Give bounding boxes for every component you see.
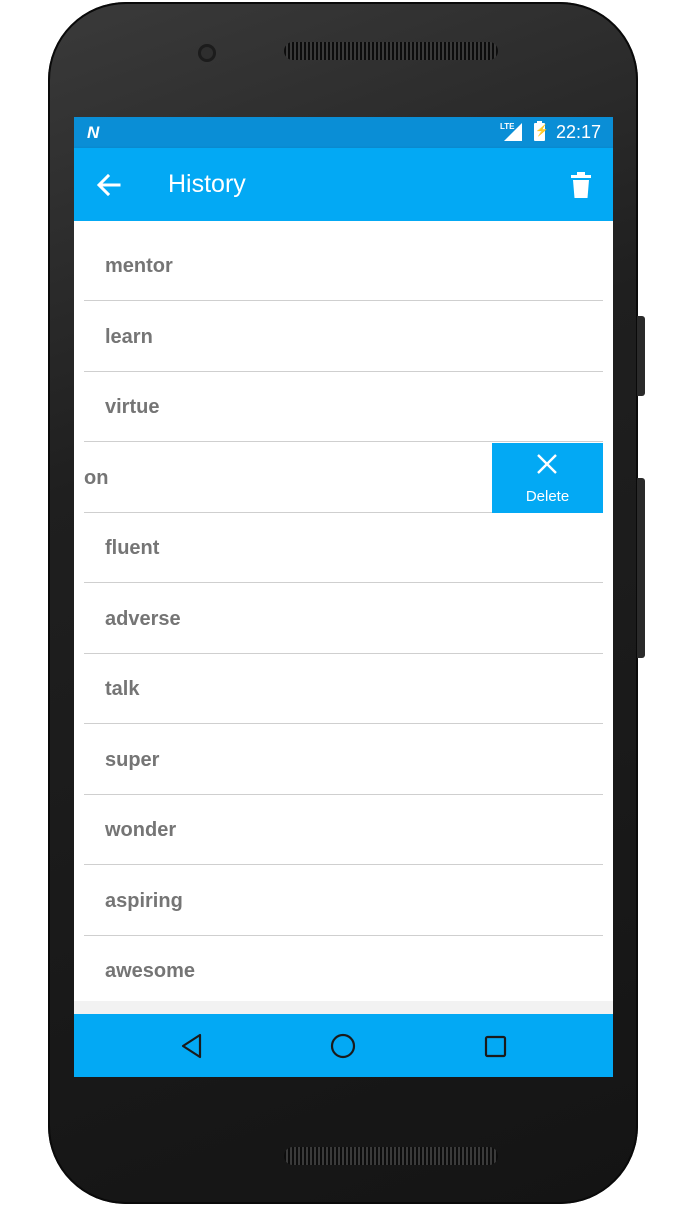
status-time: 22:17 bbox=[556, 122, 602, 142]
history-word: mentor bbox=[105, 255, 173, 277]
arrow-left-icon[interactable] bbox=[94, 170, 124, 200]
close-icon bbox=[537, 453, 557, 474]
history-word: wonder bbox=[105, 819, 177, 841]
history-row[interactable]: virtue bbox=[84, 372, 603, 442]
history-word: adverse bbox=[105, 607, 181, 630]
notification-n-icon: N bbox=[87, 123, 100, 142]
navigation-bar bbox=[74, 1014, 613, 1077]
page-title: History bbox=[168, 170, 246, 198]
history-row[interactable]: talk bbox=[84, 654, 603, 724]
history-list: mentor learn virtue on Delete fluent adverse ta… bbox=[74, 221, 613, 1001]
back-triangle-icon[interactable] bbox=[177, 1031, 207, 1061]
volume-button bbox=[637, 316, 645, 396]
history-row[interactable]: learn bbox=[84, 302, 603, 372]
status-bar: N LTE 22:17 bbox=[74, 117, 613, 148]
history-row[interactable]: awesome bbox=[84, 936, 603, 1006]
bottom-speaker bbox=[284, 1147, 498, 1165]
history-word: learn bbox=[105, 325, 153, 348]
history-row[interactable]: adverse bbox=[84, 584, 603, 654]
delete-button[interactable]: Delete bbox=[492, 442, 603, 513]
history-word: virtue bbox=[105, 396, 160, 418]
history-row[interactable]: wonder bbox=[84, 795, 603, 865]
home-circle-icon[interactable] bbox=[328, 1031, 358, 1061]
power-button bbox=[637, 478, 645, 658]
history-row[interactable]: fluent bbox=[84, 513, 603, 583]
history-row[interactable]: mentor bbox=[84, 231, 603, 301]
battery-charging-icon bbox=[534, 121, 549, 141]
front-camera bbox=[198, 44, 216, 62]
history-row[interactable]: aspiring bbox=[84, 866, 603, 936]
history-word: talk bbox=[105, 678, 140, 700]
screen: N LTE 22:17 History mentor learn virtue on D… bbox=[74, 117, 613, 1077]
history-word: super bbox=[105, 748, 160, 771]
history-word: on bbox=[84, 466, 109, 489]
history-row[interactable]: super bbox=[84, 725, 603, 795]
recents-square-icon[interactable] bbox=[480, 1031, 510, 1061]
history-row-swiped[interactable]: on Delete bbox=[84, 442, 603, 513]
trash-icon[interactable] bbox=[566, 170, 596, 200]
delete-label: Delete bbox=[525, 487, 570, 505]
network-type-label: LTE bbox=[500, 122, 515, 131]
history-word: fluent bbox=[105, 537, 160, 559]
history-word: awesome bbox=[105, 960, 196, 982]
top-speaker bbox=[284, 42, 498, 60]
history-word: aspiring bbox=[105, 889, 183, 912]
app-toolbar: History bbox=[74, 148, 613, 221]
